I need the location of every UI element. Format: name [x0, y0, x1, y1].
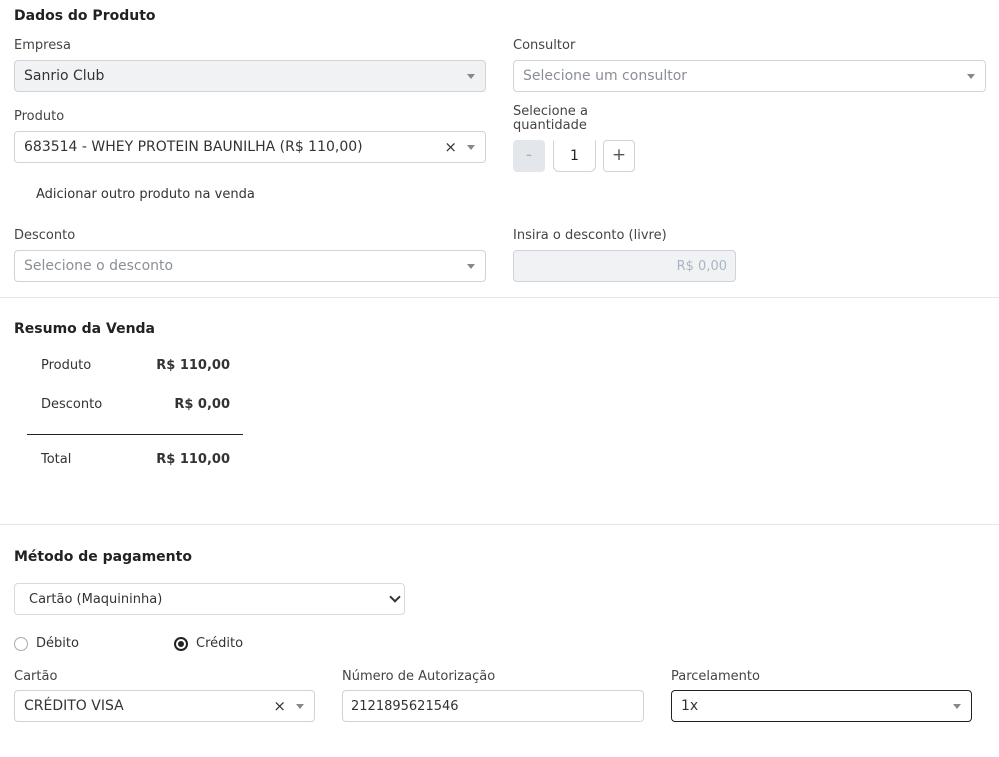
cartao-label: Cartão — [14, 669, 58, 684]
chevron-down-icon — [389, 591, 401, 603]
empresa-select[interactable]: Sanrio Club — [14, 60, 486, 92]
caret-down-icon — [467, 74, 475, 79]
consultor-placeholder: Selecione um consultor — [523, 68, 688, 84]
caret-down-icon — [467, 145, 475, 150]
add-product-link[interactable]: Adicionar outro produto na venda — [36, 187, 255, 202]
produto-value: 683514 - WHEY PROTEIN BAUNILHA (R$ 110,0… — [24, 139, 363, 155]
clear-icon[interactable]: × — [273, 697, 286, 715]
summary-desconto-value: R$ 0,00 — [174, 397, 230, 412]
caret-down-icon — [953, 704, 961, 709]
radio-debit-label[interactable]: Débito — [36, 636, 79, 651]
summary-total-value: R$ 110,00 — [156, 452, 230, 467]
desconto-select[interactable]: Selecione o desconto — [14, 250, 486, 282]
caret-down-icon — [296, 704, 304, 709]
caret-down-icon — [967, 74, 975, 79]
autorizacao-input[interactable]: 2121895621546 — [342, 690, 644, 722]
produto-select[interactable]: 683514 - WHEY PROTEIN BAUNILHA (R$ 110,0… — [14, 131, 486, 163]
parcelamento-select[interactable]: 1x — [671, 690, 972, 722]
quantity-input[interactable]: 1 — [553, 140, 596, 172]
summary-produto-label: Produto — [41, 358, 92, 373]
produto-label: Produto — [14, 109, 65, 124]
parcelamento-value: 1x — [681, 698, 699, 714]
quantidade-label-line2: quantidade — [513, 118, 587, 133]
radio-credit-label[interactable]: Crédito — [196, 636, 243, 651]
desconto-placeholder: Selecione o desconto — [24, 258, 174, 274]
desconto-livre-value: R$ 0,00 — [676, 259, 727, 274]
product-section-title: Dados do Produto — [14, 8, 156, 24]
caret-down-icon — [467, 264, 475, 269]
summary-total-label: Total — [41, 452, 72, 467]
empresa-label: Empresa — [14, 38, 71, 53]
desconto-livre-input[interactable]: R$ 0,00 — [513, 250, 736, 282]
quantity-minus-button[interactable]: - — [513, 140, 545, 172]
cartao-select[interactable]: CRÉDITO VISA × — [14, 690, 315, 722]
section-divider — [0, 524, 999, 525]
section-divider — [0, 297, 999, 298]
quantity-plus-button[interactable]: + — [603, 140, 635, 172]
summary-title: Resumo da Venda — [14, 321, 155, 337]
consultor-label: Consultor — [513, 38, 576, 53]
autorizacao-value: 2121895621546 — [351, 699, 459, 714]
summary-desconto-label: Desconto — [41, 397, 103, 412]
payment-title: Método de pagamento — [14, 549, 192, 565]
payment-method-select[interactable]: Cartão (Maquininha) — [14, 583, 405, 615]
quantidade-label-line1: Selecione a — [513, 104, 588, 119]
summary-produto-value: R$ 110,00 — [156, 358, 230, 373]
parcelamento-label: Parcelamento — [671, 669, 760, 684]
radio-debit[interactable] — [14, 637, 28, 651]
clear-icon[interactable]: × — [444, 138, 457, 156]
consultor-select[interactable]: Selecione um consultor — [513, 60, 986, 92]
empresa-value: Sanrio Club — [24, 68, 105, 84]
autorizacao-label: Número de Autorização — [342, 669, 496, 684]
desconto-livre-label: Insira o desconto (livre) — [513, 228, 667, 243]
cartao-value: CRÉDITO VISA — [24, 698, 124, 714]
radio-credit[interactable] — [174, 637, 188, 651]
desconto-label: Desconto — [14, 228, 76, 243]
summary-total-divider — [27, 434, 243, 435]
quantidade-label: Selecione a quantidade — [513, 105, 588, 133]
payment-method-value: Cartão (Maquininha) — [29, 592, 163, 607]
